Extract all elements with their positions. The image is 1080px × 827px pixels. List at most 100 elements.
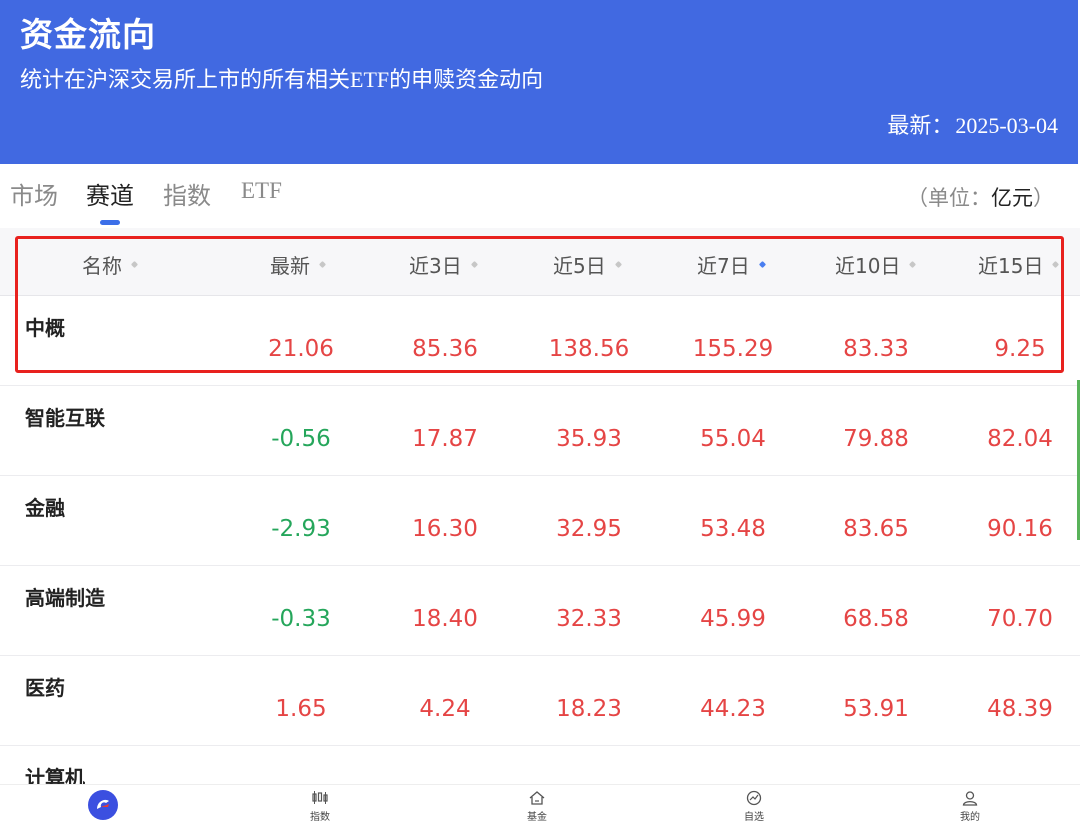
cell-value: 70.70 <box>987 606 1053 632</box>
column-header-label: 近10日 <box>835 254 901 278</box>
latest-date-value: 2025-03-04 <box>955 113 1058 138</box>
candlestick-icon <box>280 789 360 807</box>
cell-value: 44.23 <box>700 696 766 722</box>
nav-mine-label: 我的 <box>960 812 980 823</box>
tab-etf-label: ETF <box>241 178 282 203</box>
chart-circle-icon <box>714 789 794 807</box>
column-header-15d[interactable]: 近15日 <box>978 250 1060 279</box>
sort-icon <box>614 260 622 269</box>
tab-market-label: 市场 <box>10 182 58 210</box>
cell-value: 35.93 <box>556 426 622 452</box>
unit-label: （单位：亿元） <box>907 182 1054 212</box>
table-row[interactable]: 智能互联 -0.56 17.87 35.93 55.04 79.88 82.04 <box>0 386 1080 476</box>
nav-index[interactable]: 指数 <box>280 789 360 823</box>
table-row[interactable]: 金融 -2.93 16.30 32.95 53.48 83.65 90.16 <box>0 476 1080 566</box>
app-root: 资金流向 统计在沪深交易所上市的所有相关ETF的申赎资金动向 最新：2025-0… <box>0 0 1080 827</box>
row-name: 金融 <box>25 496 65 520</box>
unit-prefix: （单位： <box>907 186 991 210</box>
sort-icon <box>1052 260 1060 269</box>
cell-value: 79.88 <box>843 426 909 452</box>
bottom-nav: 指数 基金 自选 我的 <box>0 784 1080 827</box>
cell-value: 55.04 <box>700 426 766 452</box>
cell-value: 82.04 <box>987 426 1053 452</box>
home-icon <box>497 789 577 807</box>
tab-market[interactable]: 市场 <box>10 176 58 211</box>
cell-value: 18.23 <box>556 696 622 722</box>
tab-index[interactable]: 指数 <box>163 176 211 211</box>
table-header: 名称 最新 近3日 近5日 近7日 近10日 近15日 <box>0 228 1080 296</box>
table-row[interactable]: 医药 1.65 4.24 18.23 44.23 53.91 48.39 <box>0 656 1080 746</box>
cell-value: 1.65 <box>275 696 327 722</box>
cell-value: 9.25 <box>994 336 1046 362</box>
unit-suffix: ） <box>1033 186 1054 210</box>
category-tabs: 市场 赛道 指数 ETF （单位：亿元） <box>0 164 1080 228</box>
cell-value: -0.56 <box>271 426 331 452</box>
nav-fund-label: 基金 <box>527 812 547 823</box>
cell-value: 18.40 <box>412 606 478 632</box>
column-header-7d[interactable]: 近7日 <box>697 250 766 279</box>
tab-index-label: 指数 <box>163 182 211 210</box>
sort-active-icon <box>758 260 766 269</box>
fund-flow-table: 名称 最新 近3日 近5日 近7日 近10日 近15日 中概 21.06 85.36… <box>0 228 1080 784</box>
user-icon <box>930 789 1010 807</box>
cell-value: 138.56 <box>548 336 630 362</box>
cell-value: 85.36 <box>412 336 478 362</box>
column-header-name[interactable]: 名称 <box>82 250 139 279</box>
latest-label: 最新： <box>887 113 954 138</box>
page-subtitle: 统计在沪深交易所上市的所有相关ETF的申赎资金动向 <box>20 67 544 92</box>
cell-value: -0.33 <box>271 606 331 632</box>
nav-mine[interactable]: 我的 <box>930 789 1010 823</box>
column-header-10d[interactable]: 近10日 <box>835 250 917 279</box>
column-header-latest[interactable]: 最新 <box>270 250 327 279</box>
cell-value: -2.93 <box>271 516 331 542</box>
cell-value: 16.30 <box>412 516 478 542</box>
sort-icon <box>909 260 917 269</box>
nav-index-label: 指数 <box>310 812 330 823</box>
tab-track[interactable]: 赛道 <box>86 176 134 225</box>
app-logo-icon[interactable] <box>88 790 118 820</box>
cell-value: 53.91 <box>843 696 909 722</box>
page-title: 资金流向 <box>20 15 156 54</box>
sort-icon <box>130 260 139 269</box>
cell-value: 32.95 <box>556 516 622 542</box>
column-header-label: 近3日 <box>409 254 462 278</box>
latest-date: 最新：2025-03-04 <box>887 108 1058 140</box>
header-banner: 资金流向 统计在沪深交易所上市的所有相关ETF的申赎资金动向 最新：2025-0… <box>0 0 1078 164</box>
cell-value: 4.24 <box>419 696 471 722</box>
column-header-label: 最新 <box>270 254 310 278</box>
table-row[interactable]: 计算机-0.059.471.0410.1440.1150.04 <box>0 746 1080 784</box>
cell-value: 90.16 <box>987 516 1053 542</box>
column-header-label: 近5日 <box>553 254 606 278</box>
column-header-label: 近7日 <box>697 254 750 278</box>
table-row[interactable]: 高端制造 -0.33 18.40 32.33 45.99 68.58 70.70 <box>0 566 1080 656</box>
cell-value: 83.33 <box>843 336 909 362</box>
unit-value: 亿元 <box>991 186 1033 210</box>
row-name: 计算机 <box>25 766 85 784</box>
row-name: 高端制造 <box>25 586 105 610</box>
row-name: 医药 <box>25 676 65 700</box>
cell-value: 155.29 <box>692 336 774 362</box>
nav-watchlist[interactable]: 自选 <box>714 789 794 823</box>
nav-watchlist-label: 自选 <box>744 812 764 823</box>
tab-etf[interactable]: ETF <box>241 178 282 204</box>
sort-icon <box>470 260 478 269</box>
row-name: 智能互联 <box>25 406 105 430</box>
cell-value: 32.33 <box>556 606 622 632</box>
cell-value: 53.48 <box>700 516 766 542</box>
cell-value: 83.65 <box>843 516 909 542</box>
cell-value: 48.39 <box>987 696 1053 722</box>
column-header-5d[interactable]: 近5日 <box>553 250 622 279</box>
column-header-label: 名称 <box>82 254 122 278</box>
table-row[interactable]: 中概 21.06 85.36 138.56 155.29 83.33 9.25 <box>0 296 1080 386</box>
cell-value: 45.99 <box>700 606 766 632</box>
cell-value: 17.87 <box>412 426 478 452</box>
column-header-label: 近15日 <box>978 254 1044 278</box>
column-header-3d[interactable]: 近3日 <box>409 250 478 279</box>
tab-track-label: 赛道 <box>86 182 134 210</box>
cell-value: 21.06 <box>268 336 334 362</box>
nav-fund[interactable]: 基金 <box>497 789 577 823</box>
cell-value: 68.58 <box>843 606 909 632</box>
row-name: 中概 <box>25 316 65 340</box>
sort-icon <box>318 260 327 269</box>
active-tab-indicator <box>100 220 120 225</box>
